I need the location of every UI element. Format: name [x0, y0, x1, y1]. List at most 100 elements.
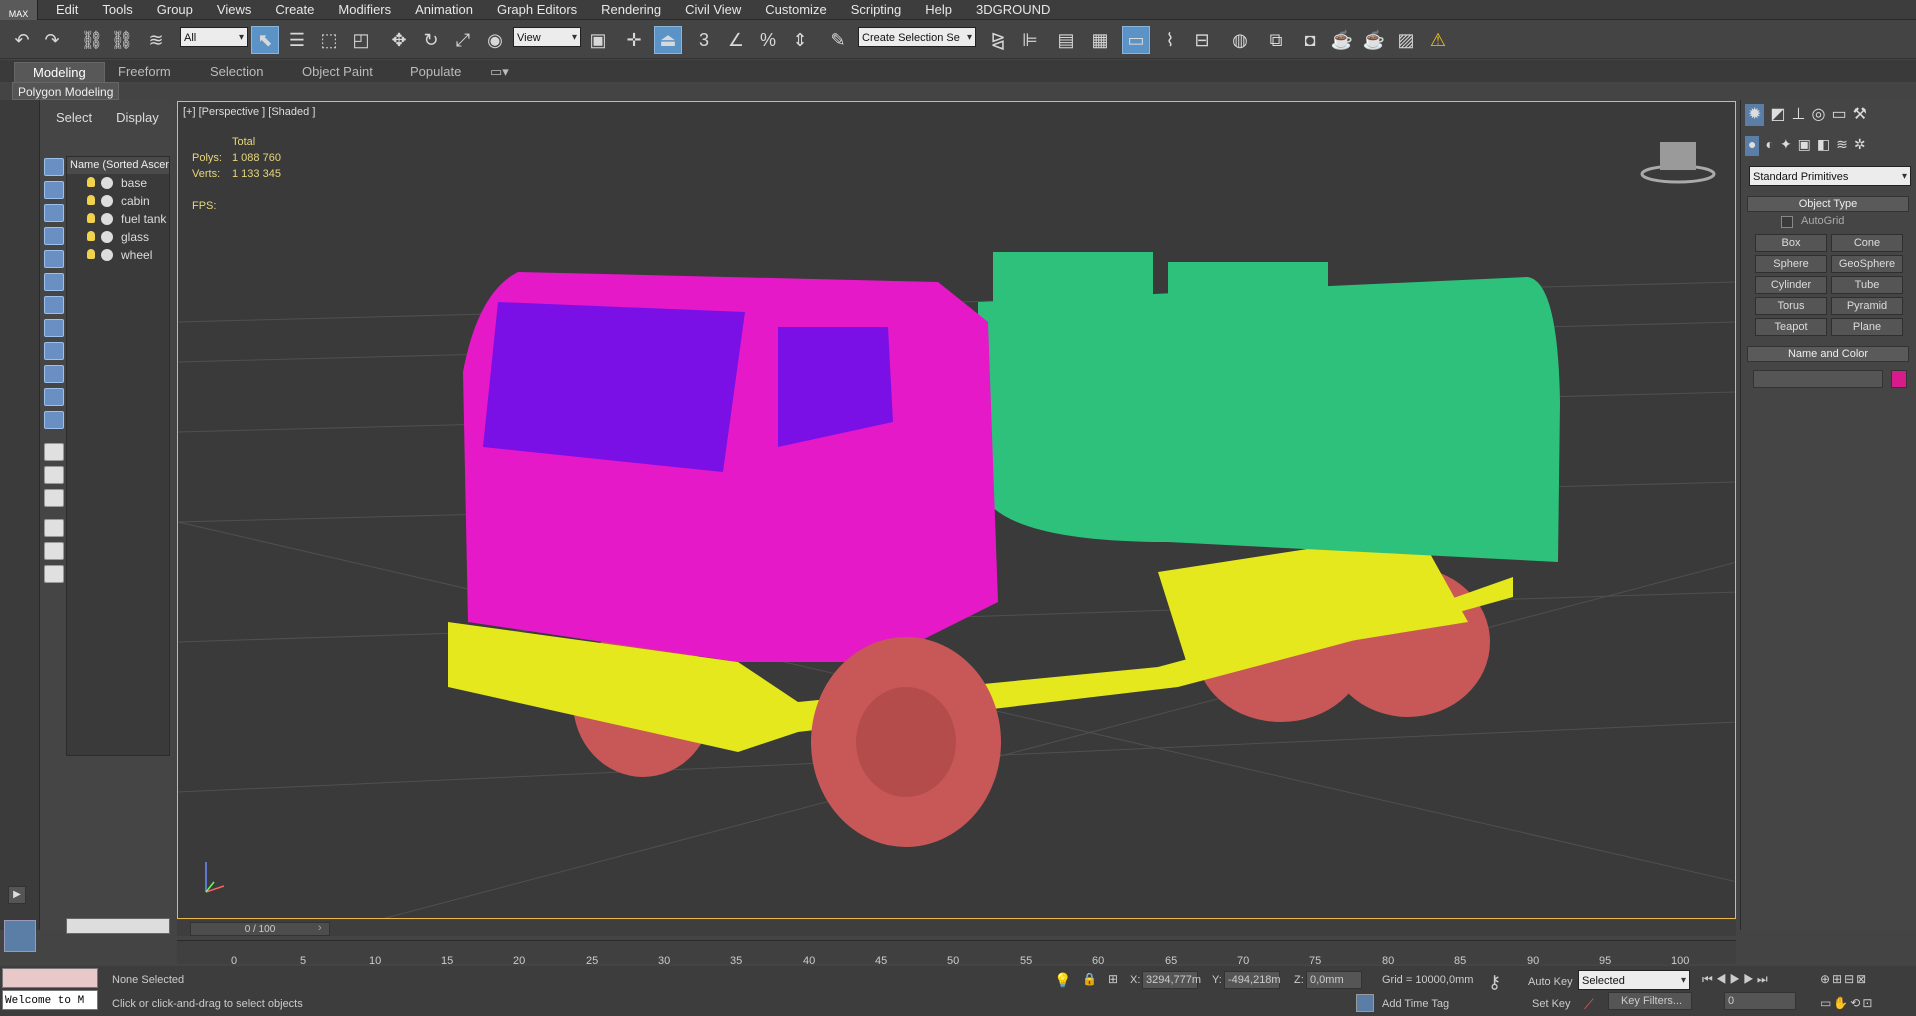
visibility-icon[interactable] — [101, 231, 113, 243]
shapes-icon[interactable]: ◐ — [1765, 136, 1773, 156]
tube-button[interactable]: Tube — [1831, 276, 1903, 294]
edit-named-selections-icon[interactable]: ✎ — [824, 26, 852, 54]
display-invert-icon[interactable] — [44, 489, 64, 507]
geometry-icon[interactable]: ● — [1745, 136, 1760, 156]
keyboard-shortcut-override-icon[interactable]: ⏏ — [654, 26, 682, 54]
menu-group[interactable]: Group — [145, 0, 205, 20]
display-spacewarps-icon[interactable] — [44, 273, 64, 291]
visibility-icon[interactable] — [101, 195, 113, 207]
display-containers-icon[interactable] — [44, 365, 64, 383]
z-coordinate-field[interactable]: 0,0mm — [1306, 971, 1362, 989]
cylinder-button[interactable]: Cylinder — [1755, 276, 1827, 294]
rect-selection-icon[interactable]: ⬚ — [315, 26, 343, 54]
viewcube[interactable] — [1640, 142, 1716, 184]
cone-button[interactable]: Cone — [1831, 234, 1903, 252]
pyramid-button[interactable]: Pyramid — [1831, 297, 1903, 315]
display-hidden-icon[interactable] — [44, 411, 64, 429]
current-frame-field[interactable]: 0 — [1724, 992, 1796, 1010]
find-icon[interactable] — [44, 542, 64, 560]
x-coordinate-field[interactable]: 3294,777m — [1142, 971, 1201, 989]
sphere-button[interactable]: Sphere — [1755, 255, 1827, 273]
next-frame-arrow-icon[interactable]: › — [318, 922, 322, 934]
explorer-tab-select[interactable]: Select — [56, 110, 92, 125]
display-tab-icon[interactable]: ▭ — [1831, 104, 1846, 126]
viewport-label[interactable]: [+] [Perspective ] [Shaded ] — [183, 106, 315, 118]
menu-help[interactable]: Help — [913, 0, 964, 20]
expand-arrow-icon[interactable]: ▶ — [8, 886, 26, 904]
display-geometry-icon[interactable] — [44, 158, 64, 176]
tree-item-base[interactable]: base — [67, 174, 169, 192]
navigation-controls[interactable]: ⊕⊞⊟⊠ — [1820, 972, 1868, 986]
filter-icon[interactable] — [44, 519, 64, 537]
spacewarps-icon[interactable]: ≋ — [1836, 136, 1848, 156]
set-key-button[interactable]: Set Key — [1532, 998, 1571, 1010]
display-none-icon[interactable] — [44, 466, 64, 484]
modify-tab-icon[interactable]: ◩ — [1770, 104, 1785, 126]
light-bulb-icon[interactable] — [87, 177, 95, 187]
explorer-tab-display[interactable]: Display — [116, 110, 159, 125]
tab-modeling[interactable]: Modeling — [14, 62, 105, 82]
layer-icon[interactable] — [44, 565, 64, 583]
menu-graph-editors[interactable]: Graph Editors — [485, 0, 589, 20]
scene-explorer-icon[interactable]: ▭ — [1122, 26, 1150, 54]
object-name-input[interactable] — [1753, 370, 1883, 388]
display-cameras-icon[interactable] — [44, 227, 64, 245]
mirror-icon[interactable]: ⧎ — [984, 26, 1012, 54]
visibility-icon[interactable] — [101, 213, 113, 225]
select-by-name-icon[interactable]: ☰ — [283, 26, 311, 54]
light-bulb-icon[interactable] — [87, 249, 95, 259]
tree-column-header[interactable]: Name (Sorted Ascending) — [67, 157, 169, 174]
tree-item-wheel[interactable]: wheel — [67, 246, 169, 264]
render-setup-icon[interactable]: ⧉ — [1262, 26, 1290, 54]
material-editor-icon[interactable]: ◍ — [1226, 26, 1254, 54]
tanker-truck-model[interactable] — [448, 252, 1560, 847]
key-icon[interactable]: ⚷ — [1488, 972, 1501, 993]
absolute-mode-icon[interactable]: ⊞ — [1108, 972, 1118, 986]
explorer-horizontal-scrollbar[interactable] — [66, 918, 170, 934]
menu-create[interactable]: Create — [263, 0, 326, 20]
ribbon-options-icon[interactable]: ▭▾ — [490, 62, 509, 82]
auto-key-button[interactable]: Auto Key — [1528, 976, 1573, 988]
menu-scripting[interactable]: Scripting — [839, 0, 914, 20]
selection-filter-dropdown[interactable]: All — [180, 27, 248, 48]
align-icon[interactable]: ⊫ — [1016, 26, 1044, 54]
undo-icon[interactable]: ↶ — [8, 26, 36, 54]
redo-icon[interactable]: ↷ — [38, 26, 66, 54]
name-and-color-rollout[interactable]: Name and Color — [1747, 346, 1909, 362]
named-selection-sets-dropdown[interactable]: Create Selection Se — [858, 27, 976, 48]
track-bar[interactable]: 0 5 10 15 20 25 30 35 40 45 50 55 60 65 … — [177, 940, 1736, 967]
bind-spacewarp-icon[interactable]: ≋ — [142, 26, 170, 54]
polygon-modeling-panel[interactable]: Polygon Modeling — [12, 82, 120, 100]
maxscript-listener-top[interactable] — [2, 968, 98, 988]
light-bulb-icon[interactable] — [87, 231, 95, 241]
time-slider[interactable]: 0 / 100 — [190, 922, 330, 936]
menu-views[interactable]: Views — [205, 0, 263, 20]
create-tab-icon[interactable]: ✹ — [1745, 104, 1765, 126]
rotate-icon[interactable]: ↻ — [417, 26, 445, 54]
key-mode-dropdown[interactable]: Selected — [1578, 970, 1690, 991]
render-activeshade-icon[interactable]: ▨ — [1392, 26, 1420, 54]
maxscript-listener[interactable]: Welcome to M — [2, 990, 98, 1010]
autogrid-checkbox[interactable] — [1781, 216, 1793, 228]
reference-coordinate-dropdown[interactable]: View — [513, 27, 581, 48]
torus-button[interactable]: Torus — [1755, 297, 1827, 315]
light-bulb-icon[interactable] — [87, 213, 95, 223]
display-frozen-icon[interactable] — [44, 388, 64, 406]
select-manipulate-icon[interactable]: ✛ — [620, 26, 648, 54]
plane-button[interactable]: Plane — [1831, 318, 1903, 336]
visibility-icon[interactable] — [101, 177, 113, 189]
menu-3dground[interactable]: 3DGROUND — [964, 0, 1062, 20]
pivot-center-icon[interactable]: ▣ — [584, 26, 612, 54]
tree-item-glass[interactable]: glass — [67, 228, 169, 246]
fuel-tank[interactable] — [978, 277, 1560, 562]
menu-tools[interactable]: Tools — [90, 0, 144, 20]
toggle-ribbon-icon[interactable]: ▦ — [1086, 26, 1114, 54]
menu-customize[interactable]: Customize — [753, 0, 838, 20]
spinner-snap-icon[interactable]: ⇕ — [786, 26, 814, 54]
rendered-frame-window-icon[interactable]: ◘ — [1296, 26, 1324, 54]
light-bulb-icon[interactable] — [87, 195, 95, 205]
lights-icon[interactable]: ✦ — [1780, 136, 1792, 156]
cameras-icon[interactable]: ▣ — [1798, 136, 1811, 156]
hierarchy-tab-icon[interactable]: ⊥ — [1792, 104, 1806, 126]
time-tag-icon[interactable] — [1356, 994, 1374, 1012]
